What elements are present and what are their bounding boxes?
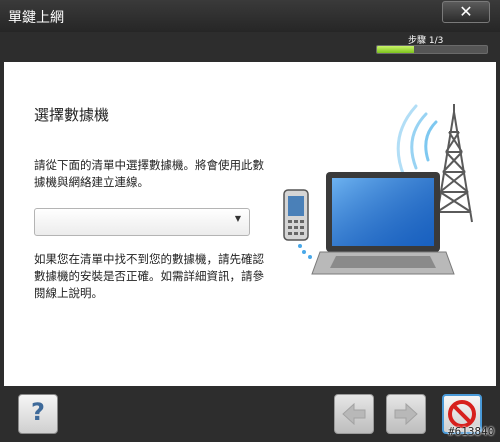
instruction-text: 請從下面的清單中選擇數據機。將會使用此數據機與網絡建立連線。 — [34, 158, 264, 189]
connection-dots — [298, 244, 312, 259]
modem-select[interactable]: ▼ — [34, 208, 250, 236]
title-bar: 單鍵上網 ✕ — [0, 0, 500, 32]
progress-fill — [377, 46, 414, 53]
progress-bar — [376, 45, 488, 54]
dialog-window: 單鍵上網 ✕ 步驟 1/3 選擇數據機 請從下面的清單中選擇數據機。將會使用此數… — [0, 0, 500, 442]
back-button[interactable] — [334, 394, 374, 434]
close-button[interactable]: ✕ — [442, 1, 490, 23]
window-title: 單鍵上網 — [8, 10, 64, 26]
antenna-tower-icon — [435, 104, 473, 223]
content-panel: 選擇數據機 請從下面的清單中選擇數據機。將會使用此數據機與網絡建立連線。 ▼ 如… — [4, 62, 496, 386]
signal-waves — [396, 104, 438, 178]
phone-icon — [283, 189, 309, 241]
help-icon: ? — [31, 398, 45, 426]
watermark-id: #613840 — [448, 425, 495, 438]
connection-illustration — [283, 104, 473, 275]
next-arrow-icon — [394, 402, 418, 426]
bottom-toolbar: ? — [0, 388, 500, 442]
help-button[interactable]: ? — [18, 394, 58, 434]
back-arrow-icon — [342, 402, 366, 426]
help-note-text: 如果您在清單中找不到您的數據機，請先確認數據機的安裝是否正確。如需詳細資訊，請參… — [34, 252, 264, 300]
chevron-down-icon: ▼ — [234, 214, 241, 223]
close-icon: ✕ — [459, 2, 473, 21]
laptop-icon — [311, 172, 455, 275]
next-button[interactable] — [386, 394, 426, 434]
page-title: 選擇數據機 — [34, 106, 110, 124]
